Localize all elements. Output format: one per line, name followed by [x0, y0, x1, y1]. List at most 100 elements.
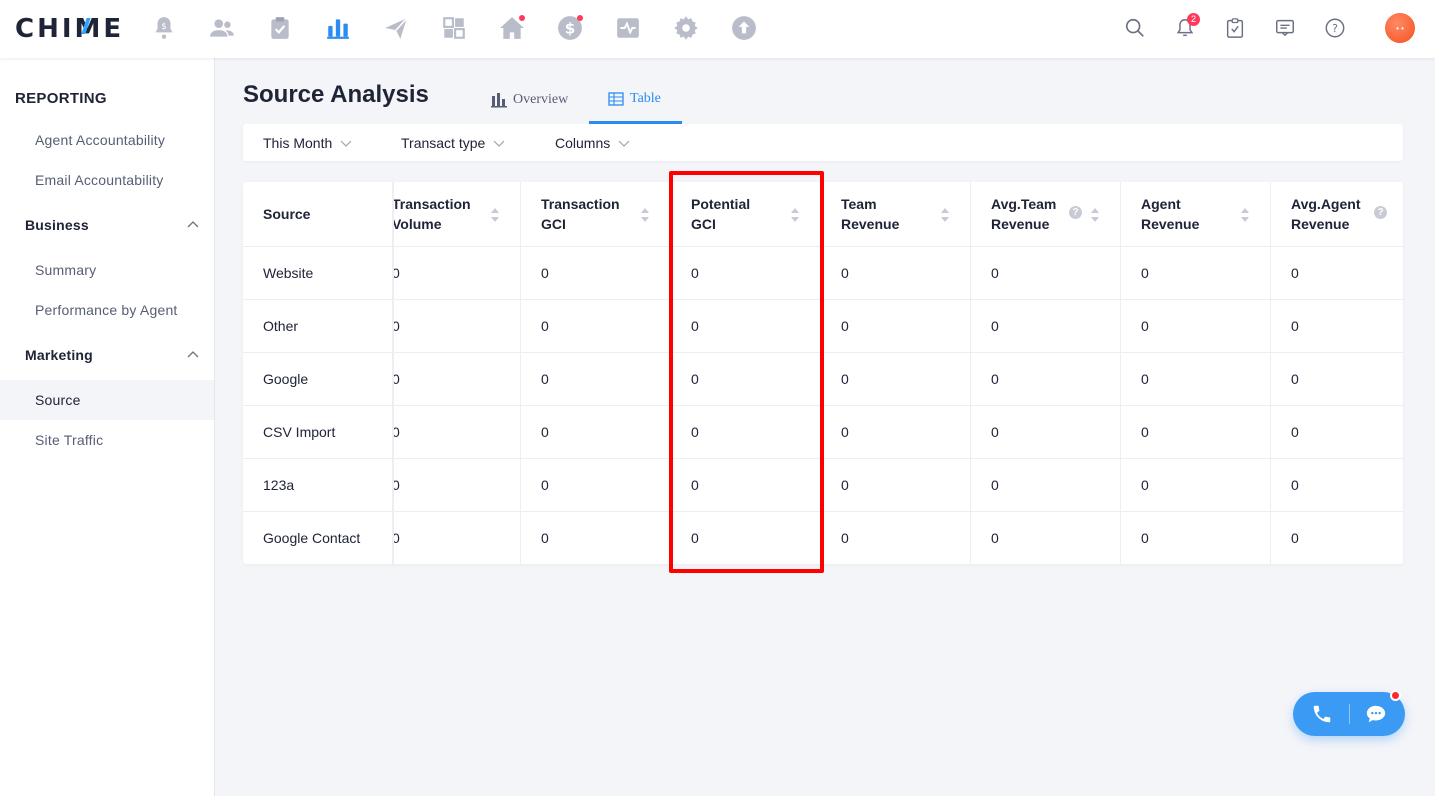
source-cell: Website	[243, 247, 392, 300]
svg-text:?: ?	[1332, 22, 1338, 35]
table-cell: 0	[371, 459, 520, 512]
sidebar-title: REPORTING	[15, 90, 107, 107]
table-cell: 0	[521, 512, 670, 564]
table-cell: 0	[821, 459, 970, 512]
date-range-dropdown[interactable]: This Month	[263, 124, 352, 161]
pulse-icon[interactable]	[614, 14, 642, 42]
avatar[interactable]: • •	[1385, 13, 1415, 43]
table-cell: 0	[1271, 459, 1403, 512]
help-icon[interactable]: ?	[1374, 206, 1387, 219]
header-line: Revenue	[1141, 216, 1200, 232]
task-check-icon[interactable]	[1223, 16, 1247, 40]
dropdown-label: Transact type	[401, 134, 486, 151]
table-cell: 0	[371, 247, 520, 300]
column-header[interactable]: Avg.Team Revenue ?	[971, 182, 1120, 247]
dollar-circle-icon[interactable]: $	[556, 14, 584, 42]
sort-icon[interactable]	[940, 207, 950, 223]
column-header[interactable]: Avg.Agent Revenue ?	[1271, 182, 1403, 247]
bar-chart-icon[interactable]	[324, 14, 352, 42]
table-cell: 0	[971, 300, 1120, 353]
columns-dropdown[interactable]: Columns	[555, 124, 630, 161]
table-cell: 0	[521, 300, 670, 353]
column-transaction-gci: Transaction GCI 0 0 0 0 0 0	[521, 182, 671, 564]
clipboard-check-icon[interactable]	[266, 14, 294, 42]
chevron-down-icon	[493, 140, 505, 147]
column-header[interactable]: Agent Revenue	[1121, 182, 1270, 247]
source-cell: Google	[243, 353, 392, 406]
paper-plane-icon[interactable]	[382, 14, 410, 42]
message-icon[interactable]	[1273, 16, 1297, 40]
call-chat-widget	[1293, 690, 1405, 736]
search-icon[interactable]	[1123, 16, 1147, 40]
column-avg-team-revenue: Avg.Team Revenue ? 0 0 0 0 0 0	[971, 182, 1121, 564]
column-avg-agent-revenue: Avg.Agent Revenue ? 0 0 0 0 0 0	[1271, 182, 1403, 564]
sidebar: REPORTING Agent Accountability Email Acc…	[0, 58, 215, 796]
sidebar-item-agent-accountability[interactable]: Agent Accountability	[0, 120, 214, 160]
table-icon	[608, 91, 624, 106]
table-cell: 0	[371, 512, 520, 564]
sort-icon[interactable]	[490, 207, 500, 223]
chat-bubble-icon[interactable]	[1365, 703, 1387, 725]
sidebar-item-summary[interactable]: Summary	[0, 250, 214, 290]
people-icon[interactable]	[208, 14, 236, 42]
column-header[interactable]: Transaction Volume	[371, 182, 520, 247]
table-cell: 0	[1271, 247, 1403, 300]
sidebar-item-source[interactable]: Source	[0, 380, 214, 420]
table-cell: 0	[371, 353, 520, 406]
header-line: Revenue	[841, 216, 900, 232]
sidebar-group-label: Marketing	[25, 347, 93, 363]
upload-circle-icon[interactable]	[730, 14, 758, 42]
header-line: Team	[841, 196, 877, 212]
tab-overview[interactable]: Overview	[491, 76, 568, 124]
table-cell: 0	[1121, 300, 1270, 353]
sort-icon[interactable]	[1090, 207, 1100, 223]
column-header[interactable]: Transaction GCI	[521, 182, 670, 247]
sidebar-group-marketing[interactable]: Marketing	[0, 335, 214, 375]
potential-gci-highlight-box	[669, 171, 824, 573]
header-line: GCI	[541, 216, 566, 232]
house-notification-dot	[519, 15, 525, 21]
column-source: Source Website Other Google CSV Import 1…	[243, 182, 393, 564]
table-cell: 0	[521, 459, 670, 512]
bell-icon[interactable]: 2	[1173, 13, 1200, 40]
table-cell: 0	[1121, 406, 1270, 459]
sort-icon[interactable]	[1240, 207, 1250, 223]
header-line: Volume	[392, 216, 442, 232]
help-icon[interactable]: ?	[1069, 206, 1082, 219]
phone-icon[interactable]	[1311, 703, 1333, 725]
table-cell: 0	[1271, 300, 1403, 353]
table-cell: 0	[971, 247, 1120, 300]
help-icon[interactable]: ?	[1323, 16, 1347, 40]
gear-icon[interactable]	[672, 14, 700, 42]
table-cell: 0	[821, 300, 970, 353]
table-cell: 0	[1121, 512, 1270, 564]
dropdown-label: Columns	[555, 134, 611, 151]
sidebar-item-site-traffic[interactable]: Site Traffic	[0, 420, 214, 460]
filter-bar: This Month Transact type Columns	[243, 124, 1403, 161]
table-cell: 0	[821, 247, 970, 300]
sidebar-item-email-accountability[interactable]: Email Accountability	[0, 160, 214, 200]
header-line: Revenue	[991, 216, 1050, 232]
chevron-up-icon	[187, 221, 199, 228]
transact-type-dropdown[interactable]: Transact type	[401, 124, 505, 161]
header-line: Transaction	[541, 196, 620, 212]
table-cell: 0	[1271, 406, 1403, 459]
source-cell: CSV Import	[243, 406, 392, 459]
house-icon[interactable]	[498, 14, 526, 42]
svg-text:$: $	[565, 19, 576, 37]
tab-table[interactable]: Table	[589, 76, 682, 124]
chime-logo[interactable]: CHIME	[15, 14, 124, 44]
table-cell: 0	[521, 353, 670, 406]
sort-icon[interactable]	[640, 207, 650, 223]
sidebar-group-business[interactable]: Business	[0, 205, 214, 245]
sidebar-group-label: Business	[25, 217, 89, 233]
chat-notification-dot	[1390, 690, 1401, 701]
chevron-down-icon	[340, 140, 352, 147]
column-header[interactable]: Team Revenue	[821, 182, 970, 247]
grid-icon[interactable]	[440, 14, 468, 42]
table-cell: 0	[821, 406, 970, 459]
table-cell: 0	[1121, 459, 1270, 512]
sidebar-item-performance-by-agent[interactable]: Performance by Agent	[0, 290, 214, 330]
header-line: Revenue	[1291, 216, 1350, 232]
dollar-bell-icon[interactable]: $	[150, 14, 178, 42]
